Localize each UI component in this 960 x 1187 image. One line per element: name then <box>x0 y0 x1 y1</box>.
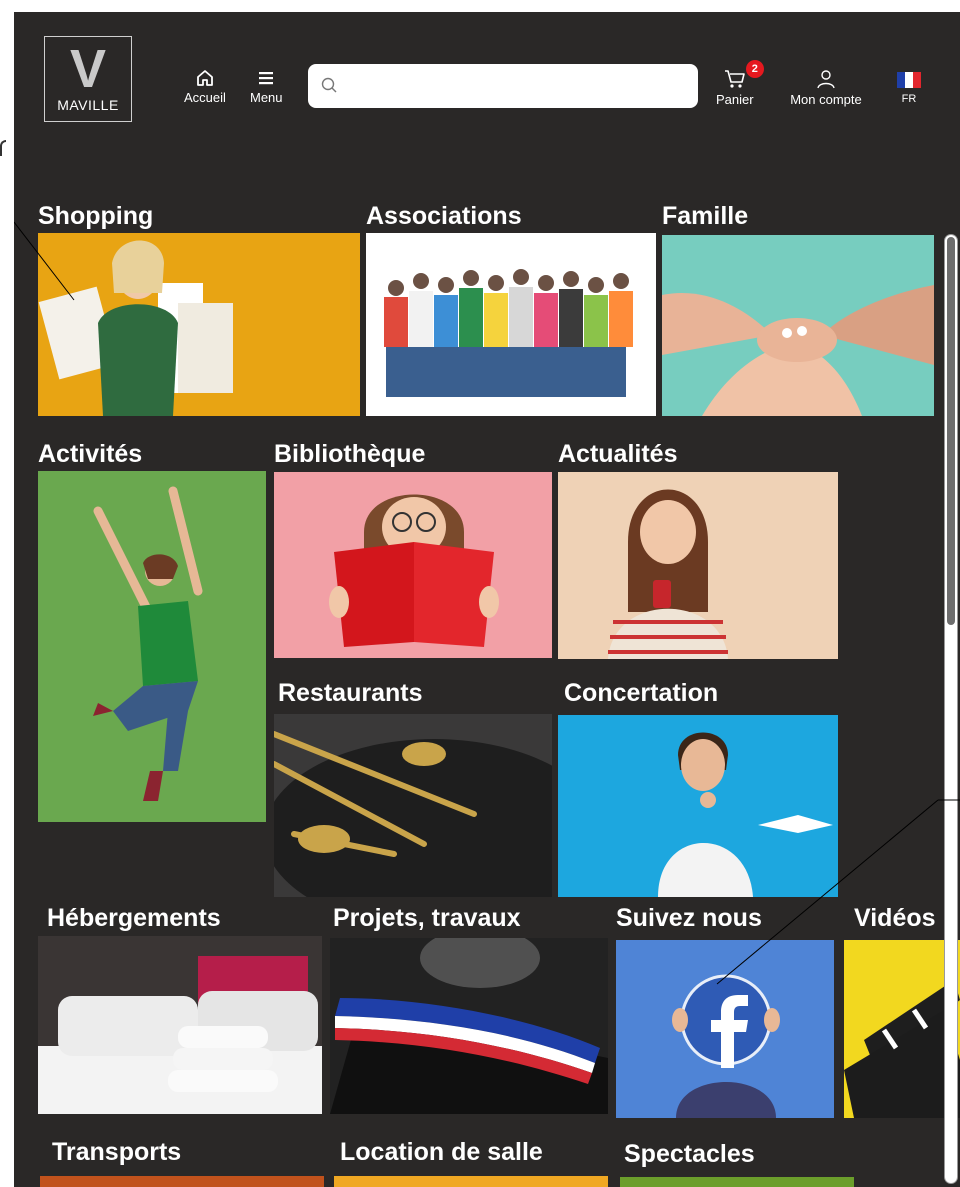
cart-count-badge: 2 <box>745 60 764 78</box>
location-de-salle-image <box>334 1176 608 1187</box>
scrollbar-thumb[interactable] <box>947 237 955 625</box>
tile-title: Activités <box>38 440 143 468</box>
app-window: V MAVILLE Accueil Menu 2 Panier Mon comp… <box>14 12 960 1187</box>
tile-title: Projets, travaux <box>333 904 521 932</box>
language-label: FR <box>901 93 917 105</box>
tile-actualites[interactable]: Actualités <box>558 440 840 668</box>
suivez-nous-image <box>616 940 834 1118</box>
search-input[interactable] <box>344 64 688 110</box>
menu-button[interactable]: Menu <box>250 68 283 105</box>
concertation-image <box>558 715 838 897</box>
menu-label: Menu <box>250 90 283 105</box>
shopping-image <box>38 233 360 416</box>
home-button[interactable]: Accueil <box>184 68 226 105</box>
tile-title: Hébergements <box>47 904 221 932</box>
language-button[interactable]: FR <box>892 72 926 105</box>
home-icon <box>197 70 213 86</box>
activites-image <box>38 471 266 822</box>
account-label: Mon compte <box>790 92 862 107</box>
tile-bibliotheque[interactable]: Bibliothèque <box>274 440 554 668</box>
tile-location-de-salle[interactable]: Location de salle <box>334 1138 608 1187</box>
tile-title: Famille <box>662 202 749 230</box>
tile-spectacles[interactable]: Spectacles <box>620 1140 854 1187</box>
famille-image <box>662 235 934 416</box>
tile-activites[interactable]: Activités <box>38 440 266 822</box>
hebergements-image <box>38 936 322 1114</box>
tile-restaurants[interactable]: Restaurants <box>274 679 554 897</box>
bibliotheque-image <box>274 472 552 658</box>
annotation-mark <box>0 140 6 156</box>
cart-icon <box>724 70 745 88</box>
home-label: Accueil <box>184 90 226 105</box>
tile-title: Shopping <box>38 202 154 230</box>
associations-image <box>366 233 656 416</box>
tile-title: Actualités <box>558 440 678 468</box>
tile-title: Bibliothèque <box>274 440 426 468</box>
logo-name: MAVILLE <box>57 97 119 113</box>
cart-label: Panier <box>716 92 754 107</box>
tile-title: Vidéos <box>854 904 936 932</box>
account-button[interactable]: Mon compte <box>784 68 868 107</box>
user-icon <box>817 70 835 89</box>
videos-image <box>844 940 960 1118</box>
tile-title: Suivez nous <box>616 904 762 932</box>
tile-famille[interactable]: Famille <box>662 202 934 416</box>
cart-button[interactable]: 2 Panier <box>716 60 764 107</box>
tile-title: Location de salle <box>340 1138 543 1166</box>
projets-travaux-image <box>330 938 608 1114</box>
actualites-image <box>558 472 838 659</box>
restaurants-image <box>274 714 552 897</box>
logo-letter: V <box>69 39 107 99</box>
hamburger-icon <box>259 72 274 85</box>
tile-shopping[interactable]: Shopping <box>38 202 360 416</box>
france-flag-icon <box>897 72 921 88</box>
tile-title: Associations <box>366 202 522 230</box>
search-icon <box>321 77 337 93</box>
tile-concertation[interactable]: Concertation <box>558 679 840 897</box>
scrollbar[interactable] <box>944 234 958 1184</box>
logo[interactable]: V MAVILLE <box>44 36 132 122</box>
tile-projets-travaux[interactable]: Projets, travaux <box>330 904 608 1114</box>
tile-suivez-nous[interactable]: Suivez nous <box>616 904 834 1118</box>
search-bar[interactable] <box>308 64 698 110</box>
spectacles-image <box>620 1177 854 1187</box>
tile-hebergements[interactable]: Hébergements <box>38 904 322 1114</box>
tile-title: Concertation <box>564 679 719 707</box>
tile-transports[interactable]: Transports <box>40 1138 324 1187</box>
tile-videos[interactable]: Vidéos <box>844 904 960 1118</box>
tile-title: Spectacles <box>624 1140 755 1168</box>
tile-title: Restaurants <box>278 679 423 707</box>
tile-title: Transports <box>52 1138 182 1166</box>
transports-image <box>40 1176 324 1187</box>
tile-associations[interactable]: Associations <box>366 202 656 416</box>
